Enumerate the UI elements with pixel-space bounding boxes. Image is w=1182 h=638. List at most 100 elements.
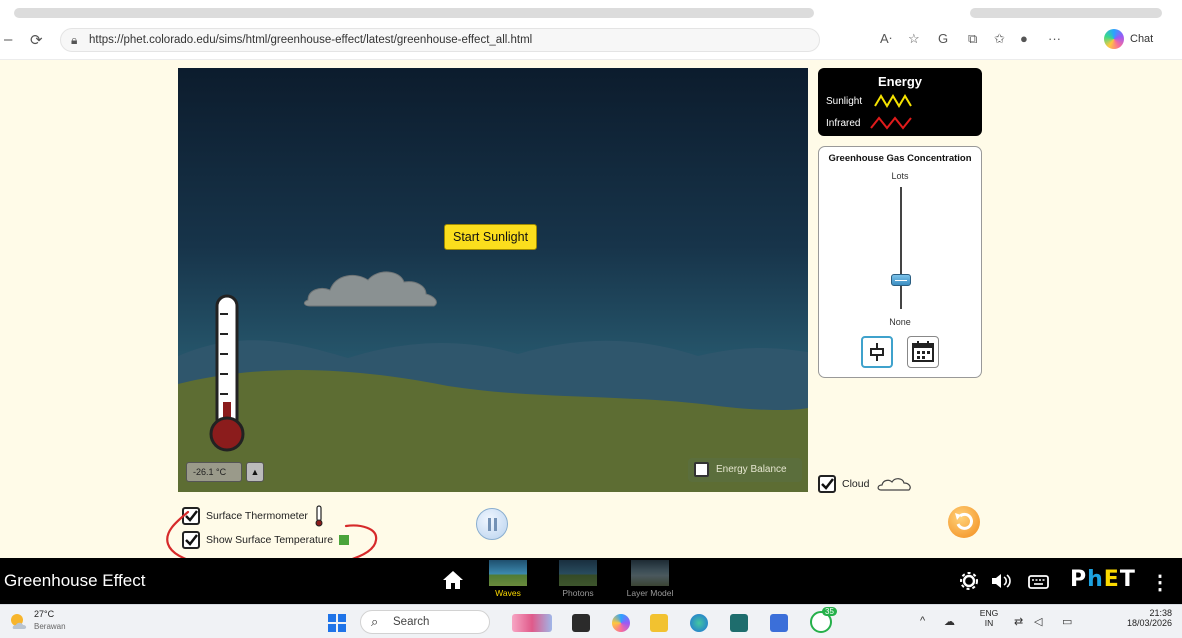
slider-mode-button[interactable] [861,336,893,368]
sound-icon[interactable] [990,572,1014,590]
surface-thermometer-checkbox[interactable] [182,507,200,525]
whatsapp-icon[interactable]: 35 [810,607,837,633]
energy-balance-checkbox[interactable] [694,462,709,477]
infrared-legend-label: Infrared [826,118,861,129]
screen-tab-layer-model[interactable]: Layer Model [622,560,678,598]
phet-menu-icon[interactable]: ⋮ [1150,570,1170,595]
show-surface-temperature-label: Show Surface Temperature [206,534,334,546]
store-app-icon[interactable] [730,614,748,632]
language-code: ENG [979,608,999,618]
screen-tab-photons[interactable]: Photons [550,560,606,598]
slider-min-label: None [889,317,911,327]
calendar-icon [912,341,934,362]
settings-gear-icon[interactable] [960,572,978,590]
show-surface-temperature-checkbox[interactable] [182,531,200,549]
reset-icon [955,512,973,530]
read-aloud-icon[interactable]: Aᐧ [880,31,892,47]
back-icon[interactable]: – [4,31,12,48]
language-indicator[interactable]: ENG IN [978,608,1000,628]
browser-extension-icon[interactable]: G [938,31,948,46]
checkmark-icon [185,534,198,546]
screen-tab-waves[interactable]: Waves [480,560,536,598]
concentration-slider-thumb[interactable] [891,273,911,286]
home-icon[interactable] [442,570,464,590]
screen-label-photons: Photons [562,588,594,598]
windows-taskbar: 27°C Berawan ⌕ Search 35 ^ ☁ ENG IN ⇄ ◁ … [0,604,1182,638]
cloud-shape [303,271,437,307]
energy-balance-toggle[interactable]: Energy Balance [688,458,802,482]
taskbar-search-box[interactable]: ⌕ Search [360,610,490,634]
profile-icon[interactable]: ● [1020,31,1028,46]
keyboard-help-icon[interactable] [1028,572,1050,590]
phet-logo[interactable]: PhET [1070,567,1136,592]
small-thermometer-icon [315,505,323,527]
search-placeholder: Search [393,616,430,628]
more-menu-icon[interactable]: ··· [1048,31,1061,46]
cloud-checkbox[interactable] [818,475,836,493]
sunlight-wave-icon [874,94,912,108]
phet-logo-p: P [1070,567,1088,592]
energy-balance-label: Energy Balance [716,464,787,475]
widget-app-icon[interactable] [512,614,552,632]
pause-icon [494,518,497,531]
infrared-wave-icon [870,116,912,130]
pause-button[interactable] [476,508,508,540]
phet-navigation-bar: Greenhouse Effect Waves Photons Layer Mo… [0,558,1182,604]
network-icon[interactable]: ⇄ [1014,615,1023,628]
surface-thermometer-label: Surface Thermometer [206,510,308,522]
screen-label-waves: Waves [495,588,521,598]
calendar-mode-button[interactable] [907,336,939,368]
url-field[interactable]: 🔒︎ https://phet.colorado.edu/sims/html/g… [60,28,820,52]
weather-temperature: 27°C [34,609,55,619]
cloud-icon [877,478,912,491]
layer-model-screen-thumbnail [631,560,669,586]
checkmark-icon [185,510,198,522]
browser-address-bar: – ⟳ 🔒︎ https://phet.colorado.edu/sims/ht… [0,22,1182,60]
start-sunlight-button[interactable]: Start Sunlight [444,224,538,250]
greenhouse-gas-panel: Greenhouse Gas Concentration Lots None [818,146,982,378]
weather-icon[interactable] [8,611,30,633]
clock-time: 21:38 [1149,608,1172,618]
energy-legend-title: Energy [877,74,923,89]
edge-browser-icon[interactable] [690,614,708,632]
battery-icon[interactable]: ▭ [1062,615,1072,628]
checkmark-icon [821,478,834,490]
slider-mode-icon [870,343,884,361]
thermometer-units-toggle[interactable]: ▲ [246,462,264,482]
refresh-icon[interactable]: ⟳ [30,31,43,49]
phet-logo-e: E [1103,567,1120,592]
split-screen-icon[interactable]: ⧉ [968,31,977,47]
slider-max-label: Lots [891,171,909,181]
favorite-star-icon[interactable]: ☆ [908,31,920,47]
show-surface-temperature-toggle[interactable]: Show Surface Temperature [182,531,350,549]
clock-date: 18/03/2026 [1126,618,1172,628]
url-text[interactable]: https://phet.colorado.edu/sims/html/gree… [89,34,532,46]
windows-start-icon[interactable] [328,614,346,632]
concentration-slider-track[interactable] [900,187,902,309]
copilot-app-icon[interactable] [612,614,630,632]
reset-all-button[interactable] [948,506,980,538]
energy-legend: Energy Sunlight Infrared [818,68,982,136]
thermometer [209,294,245,452]
tray-overflow-icon[interactable]: ^ [920,615,925,627]
file-explorer-icon[interactable] [650,614,668,632]
thermometer-readout: -26.1 °C [186,462,242,482]
task-view-icon[interactable] [572,614,590,632]
onedrive-icon[interactable]: ☁ [944,615,955,628]
volume-icon[interactable]: ◁ [1034,615,1042,628]
waves-screen-thumbnail [489,560,527,586]
copilot-icon[interactable] [1104,29,1124,49]
favorites-icon[interactable]: ✩ [994,31,1005,47]
photos-app-icon[interactable] [770,614,788,632]
browser-tab[interactable] [14,8,814,18]
sim-title: Greenhouse Effect [4,571,146,590]
weather-description: Berawan [34,622,66,631]
ghg-panel-title: Greenhouse Gas Concentration [828,153,972,164]
surface-thermometer-toggle[interactable]: Surface Thermometer [182,505,324,527]
cloud-toggle[interactable]: Cloud [818,474,915,494]
chat-button-label[interactable]: Chat [1130,33,1153,45]
system-clock[interactable]: 21:38 18/03/2026 [1098,608,1172,628]
pause-icon [488,518,491,531]
phet-logo-h: h [1087,567,1104,592]
browser-tab[interactable] [970,8,1162,18]
